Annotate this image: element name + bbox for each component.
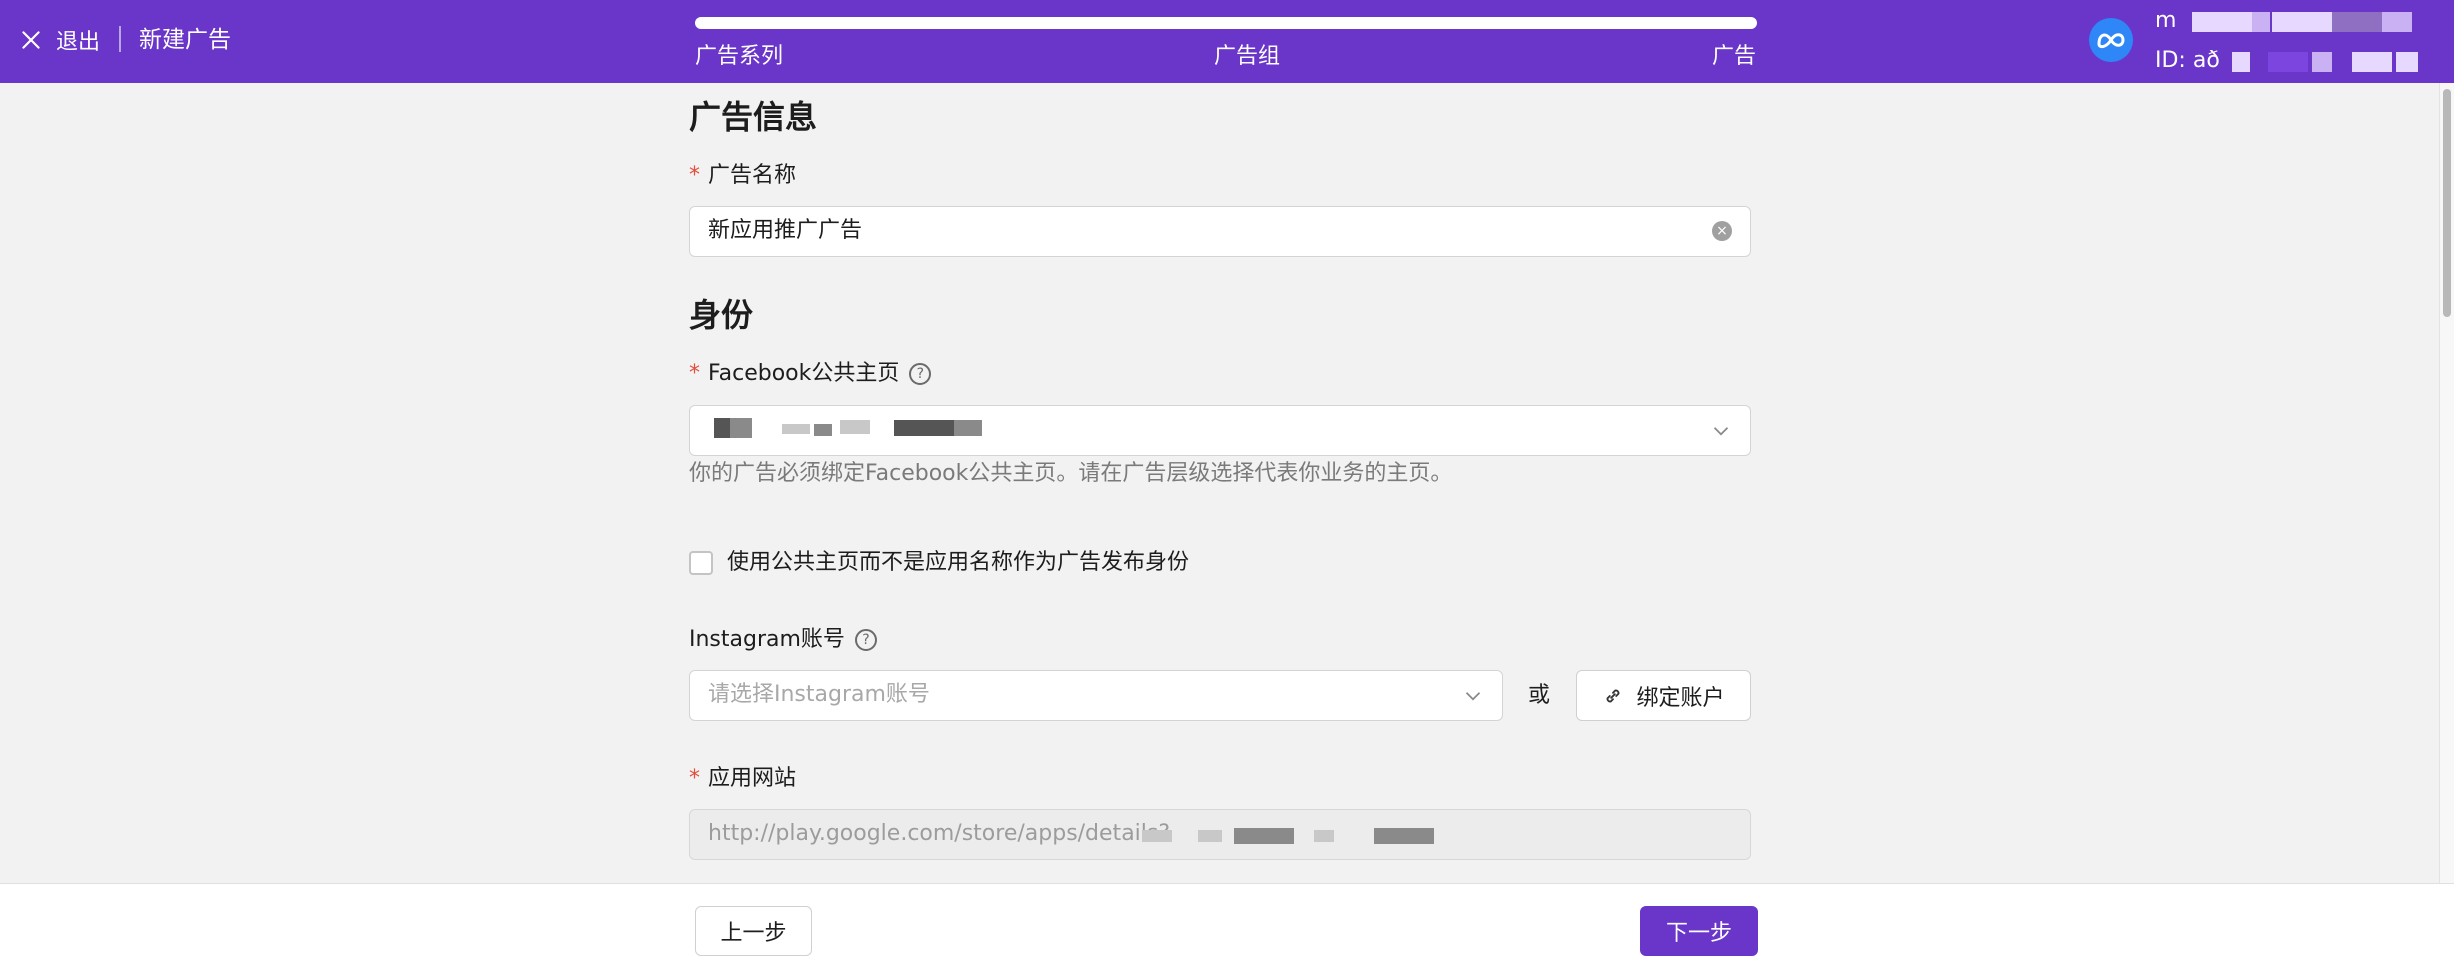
ad-name-label: * 广告名称 <box>689 159 796 193</box>
redaction <box>2312 52 2332 72</box>
exit-label: 退出 <box>56 30 101 55</box>
previous-button[interactable]: 上一步 <box>695 906 812 956</box>
redaction <box>2382 12 2412 32</box>
scrollbar-thumb[interactable] <box>2443 89 2451 317</box>
chevron-down-icon <box>1465 692 1481 701</box>
fb-page-label: * Facebook公共主页 ? <box>689 357 932 391</box>
identity-title: 身份 <box>689 296 754 334</box>
divider <box>119 26 121 52</box>
meta-logo-icon <box>2089 18 2133 62</box>
redaction <box>1234 828 1294 844</box>
redaction <box>894 420 954 436</box>
step-ad-set[interactable]: 广告组 <box>1214 40 1280 74</box>
chevron-down-icon <box>1713 427 1729 436</box>
redaction <box>840 420 870 434</box>
step-ad[interactable]: 广告 <box>1712 40 1756 74</box>
account-name: m <box>2155 8 2177 33</box>
redaction <box>2252 12 2270 32</box>
page-title: 新建广告 <box>139 27 231 53</box>
redaction <box>2232 52 2250 72</box>
redaction <box>1374 828 1434 844</box>
redaction <box>1198 830 1222 842</box>
use-page-option: 使用公共主页而不是应用名称作为广告发布身份 <box>689 546 1189 580</box>
form-content: 广告信息 * 广告名称 新应用推广广告 × 身份 * Facebook公共主页 … <box>0 83 2440 883</box>
ad-name-input[interactable]: 新应用推广广告 × <box>689 206 1751 257</box>
required-mark: * <box>689 766 700 791</box>
clear-icon[interactable]: × <box>1712 221 1732 241</box>
close-icon <box>22 31 40 49</box>
redaction <box>782 424 810 434</box>
top-bar: 退出 新建广告 广告系列 广告组 广告 m ID: að <box>0 0 2454 83</box>
link-icon <box>1607 689 1620 702</box>
step-campaign[interactable]: 广告系列 <box>695 40 783 74</box>
bind-account-label: 绑定账户 <box>1636 685 1725 711</box>
instagram-label: Instagram账号 ? <box>689 623 877 657</box>
bind-account-button[interactable]: 绑定账户 <box>1576 670 1751 721</box>
help-icon[interactable]: ? <box>909 363 932 385</box>
fb-page-hint: 你的广告必须绑定Facebook公共主页。请在广告层级选择代表你业务的主页。 <box>689 461 1453 486</box>
required-mark: * <box>689 163 700 188</box>
redaction <box>2268 52 2308 72</box>
help-icon[interactable]: ? <box>854 629 877 651</box>
redaction <box>2272 12 2332 32</box>
redaction <box>1142 830 1172 842</box>
redaction <box>730 418 752 438</box>
account-id: ID: að <box>2155 48 2220 73</box>
redaction <box>714 418 730 438</box>
redaction <box>2332 12 2382 32</box>
footer: 上一步 下一步 <box>0 883 2454 977</box>
app-site-value: http://play.google.com/store/apps/detail… <box>708 821 1171 846</box>
ad-name-value: 新应用推广广告 <box>708 218 863 243</box>
exit-button[interactable]: 退出 <box>18 22 100 58</box>
progress-bar <box>695 17 1757 29</box>
app-site-label: * 应用网站 <box>689 762 796 796</box>
redaction <box>1314 830 1334 842</box>
or-text: 或 <box>1528 683 1551 708</box>
use-page-checkbox[interactable] <box>689 551 713 575</box>
scrollbar[interactable] <box>2439 83 2454 883</box>
instagram-placeholder: 请选择Instagram账号 <box>708 682 930 707</box>
redaction <box>2352 52 2392 72</box>
redaction <box>2192 12 2252 32</box>
ad-info-title: 广告信息 <box>689 98 818 136</box>
redaction <box>2396 52 2418 72</box>
fb-page-select[interactable] <box>689 405 1751 456</box>
instagram-select[interactable]: 请选择Instagram账号 <box>689 670 1503 721</box>
redaction <box>814 424 832 436</box>
use-page-checkbox-label[interactable]: 使用公共主页而不是应用名称作为广告发布身份 <box>727 546 1189 580</box>
redaction <box>954 420 982 436</box>
next-button[interactable]: 下一步 <box>1640 906 1758 956</box>
required-mark: * <box>689 361 700 386</box>
app-site-input: http://play.google.com/store/apps/detail… <box>689 809 1751 860</box>
